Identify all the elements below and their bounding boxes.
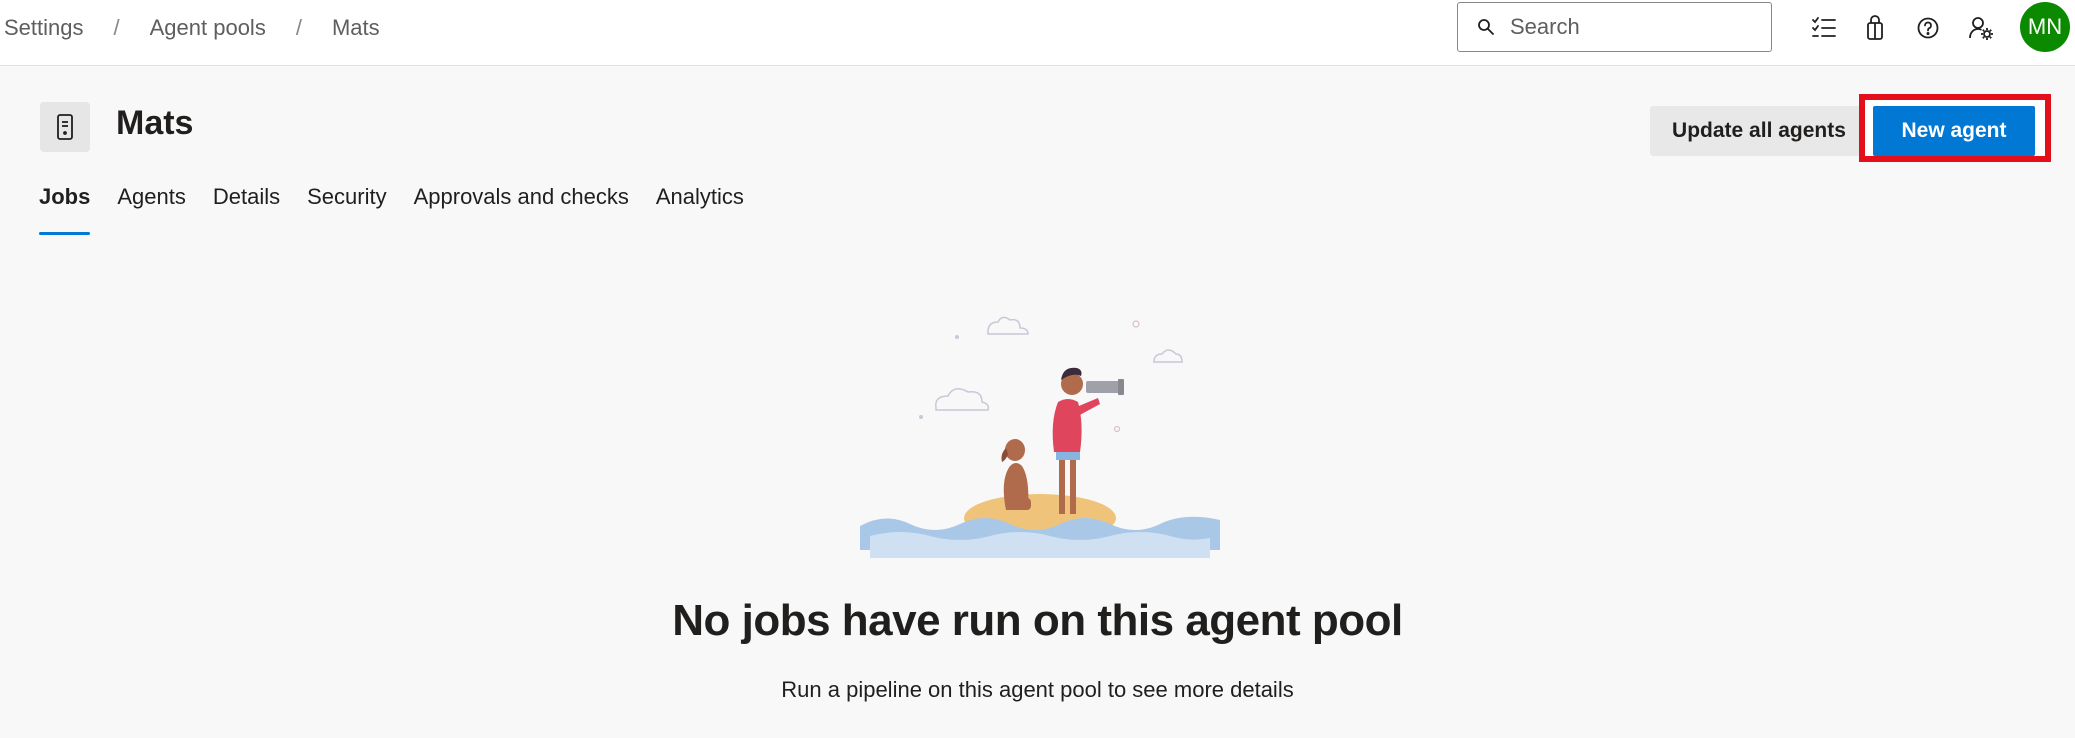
breadcrumb-agent-pools[interactable]: Agent pools (150, 15, 266, 41)
new-agent-button[interactable]: New agent (1873, 106, 2035, 156)
empty-state-illustration (860, 316, 1220, 558)
breadcrumb-separator: / (113, 15, 120, 40)
search-box[interactable] (1457, 2, 1772, 52)
work-items-icon[interactable] (1806, 10, 1842, 46)
agent-pool-icon (40, 102, 90, 152)
search-icon (1472, 13, 1500, 41)
breadcrumb-settings[interactable]: Settings (4, 15, 84, 41)
tab-security[interactable]: Security (307, 184, 386, 236)
empty-state-title: No jobs have run on this agent pool (672, 596, 1403, 645)
tab-agents[interactable]: Agents (117, 184, 186, 236)
update-all-agents-button[interactable]: Update all agents (1650, 106, 1868, 156)
tab-bar: Jobs Agents Details Security Approvals a… (39, 184, 771, 236)
help-icon[interactable] (1910, 10, 1946, 46)
empty-state-subtitle: Run a pipeline on this agent pool to see… (781, 677, 1294, 702)
user-settings-icon[interactable] (1963, 10, 1999, 46)
page-title: Mats (116, 104, 194, 142)
tab-details[interactable]: Details (213, 184, 280, 236)
top-bar: Settings / Agent pools / Mats MN (0, 0, 2075, 66)
tab-approvals-and-checks[interactable]: Approvals and checks (414, 184, 629, 236)
tab-analytics[interactable]: Analytics (656, 184, 744, 236)
tab-jobs[interactable]: Jobs (39, 184, 91, 236)
breadcrumb-current-pool[interactable]: Mats (332, 15, 380, 41)
breadcrumb-separator: / (295, 15, 302, 40)
search-input[interactable] (1510, 14, 1750, 40)
user-avatar[interactable]: MN (2020, 2, 2070, 52)
breadcrumb: Settings / Agent pools / Mats (4, 0, 380, 56)
marketplace-bag-icon[interactable] (1857, 10, 1893, 46)
